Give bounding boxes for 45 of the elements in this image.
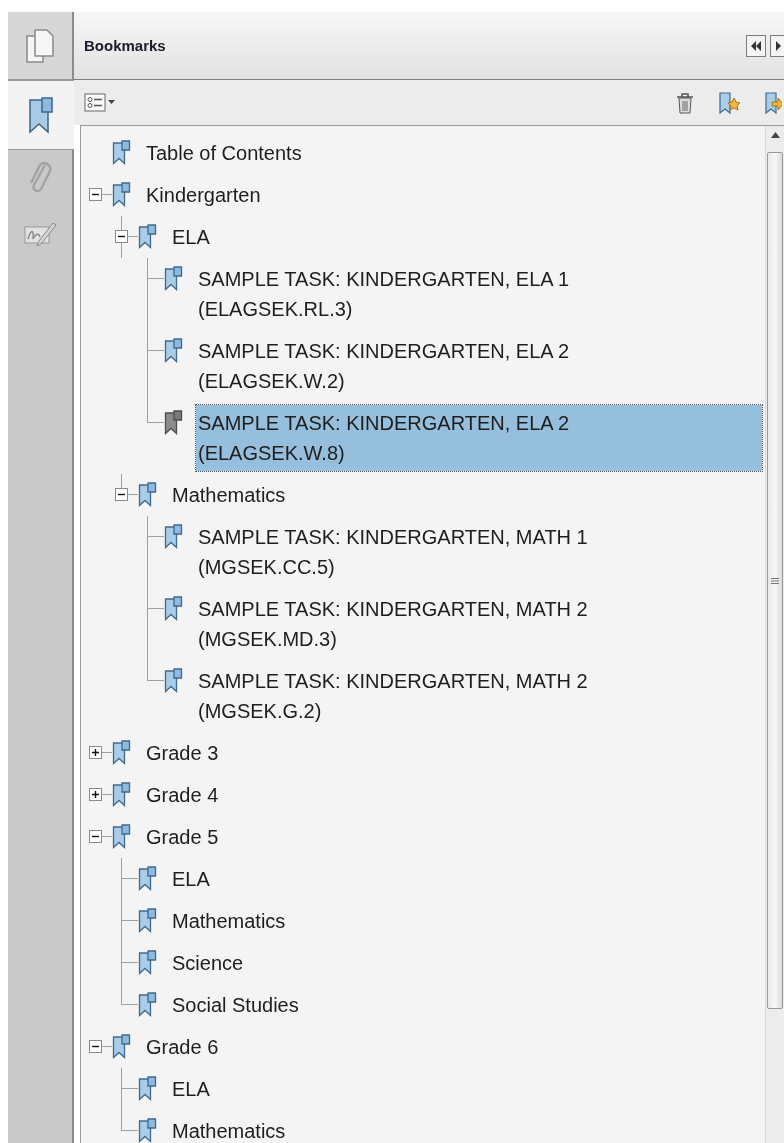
bookmark-icon xyxy=(28,96,54,134)
bookmark-label[interactable]: SAMPLE TASK: KINDERGARTEN, MATH 1 (MGSEK.CC.5) xyxy=(196,519,762,585)
expand-toggle[interactable] xyxy=(115,230,128,243)
expand-toggle[interactable] xyxy=(89,188,102,201)
expand-toggle[interactable] xyxy=(115,488,128,501)
bookmark-label[interactable]: Kindergarten xyxy=(144,177,762,213)
bookmark-label[interactable]: Social Studies xyxy=(170,987,762,1023)
bookmark-label[interactable]: ELA xyxy=(170,1071,762,1107)
trash-icon xyxy=(676,91,694,114)
bookmark-arrow-icon xyxy=(764,89,782,116)
bookmark-label[interactable]: Grade 6 xyxy=(144,1029,762,1065)
pages-icon xyxy=(25,27,55,64)
bookmark-label[interactable]: SAMPLE TASK: KINDERGARTEN, ELA 1 (ELAGSEK.RL.3) xyxy=(196,261,762,327)
expand-toggle[interactable] xyxy=(89,1040,102,1053)
expand-toggle[interactable] xyxy=(89,830,102,843)
bookmark-label[interactable]: Table of Contents xyxy=(144,135,762,171)
scrollbar[interactable] xyxy=(765,126,784,1143)
bookmark-label[interactable]: SAMPLE TASK: KINDERGARTEN, MATH 2 (MGSEK.MD.3) xyxy=(196,591,762,657)
bookmark-label[interactable]: Grade 4 xyxy=(144,777,762,813)
bookmark-label[interactable]: ELA xyxy=(170,219,762,255)
plus-icon xyxy=(91,748,100,757)
expand-button[interactable] xyxy=(770,34,784,57)
collapse-button[interactable] xyxy=(746,34,766,57)
bookmark-star-icon xyxy=(718,89,742,116)
bookmark-label[interactable]: Grade 5 xyxy=(144,819,762,855)
bookmark-label[interactable]: Grade 3 xyxy=(144,735,762,771)
right-arrow-icon xyxy=(773,40,782,51)
grip-icon xyxy=(771,576,779,585)
bookmark-label[interactable]: Mathematics xyxy=(170,1113,762,1143)
bookmark-label[interactable]: SAMPLE TASK: KINDERGARTEN, MATH 2 (MGSEK.G.2) xyxy=(196,663,762,729)
bookmark-label[interactable]: ELA xyxy=(170,861,762,897)
list-options-icon xyxy=(84,91,116,114)
expand-toggle[interactable] xyxy=(89,788,102,801)
plus-icon xyxy=(91,790,100,799)
bookmark-label[interactable]: SAMPLE TASK: KINDERGARTEN, ELA 2 (ELAGSEK.W.2) xyxy=(196,333,762,399)
scroll-thumb[interactable] xyxy=(767,152,783,1009)
double-left-arrow-icon xyxy=(750,40,762,51)
bookmark-label[interactable]: Mathematics xyxy=(170,477,762,513)
bookmark-label[interactable]: Science xyxy=(170,945,762,981)
up-arrow-icon xyxy=(770,132,780,138)
panel-title: Bookmarks xyxy=(84,37,167,54)
panel-tab[interactable] xyxy=(8,80,74,150)
bookmark-label[interactable]: Mathematics xyxy=(170,903,762,939)
expand-toggle[interactable] xyxy=(89,746,102,759)
bookmark-label[interactable]: SAMPLE TASK: KINDERGARTEN, ELA 2 (ELAGSEK.W.8) xyxy=(196,405,762,471)
